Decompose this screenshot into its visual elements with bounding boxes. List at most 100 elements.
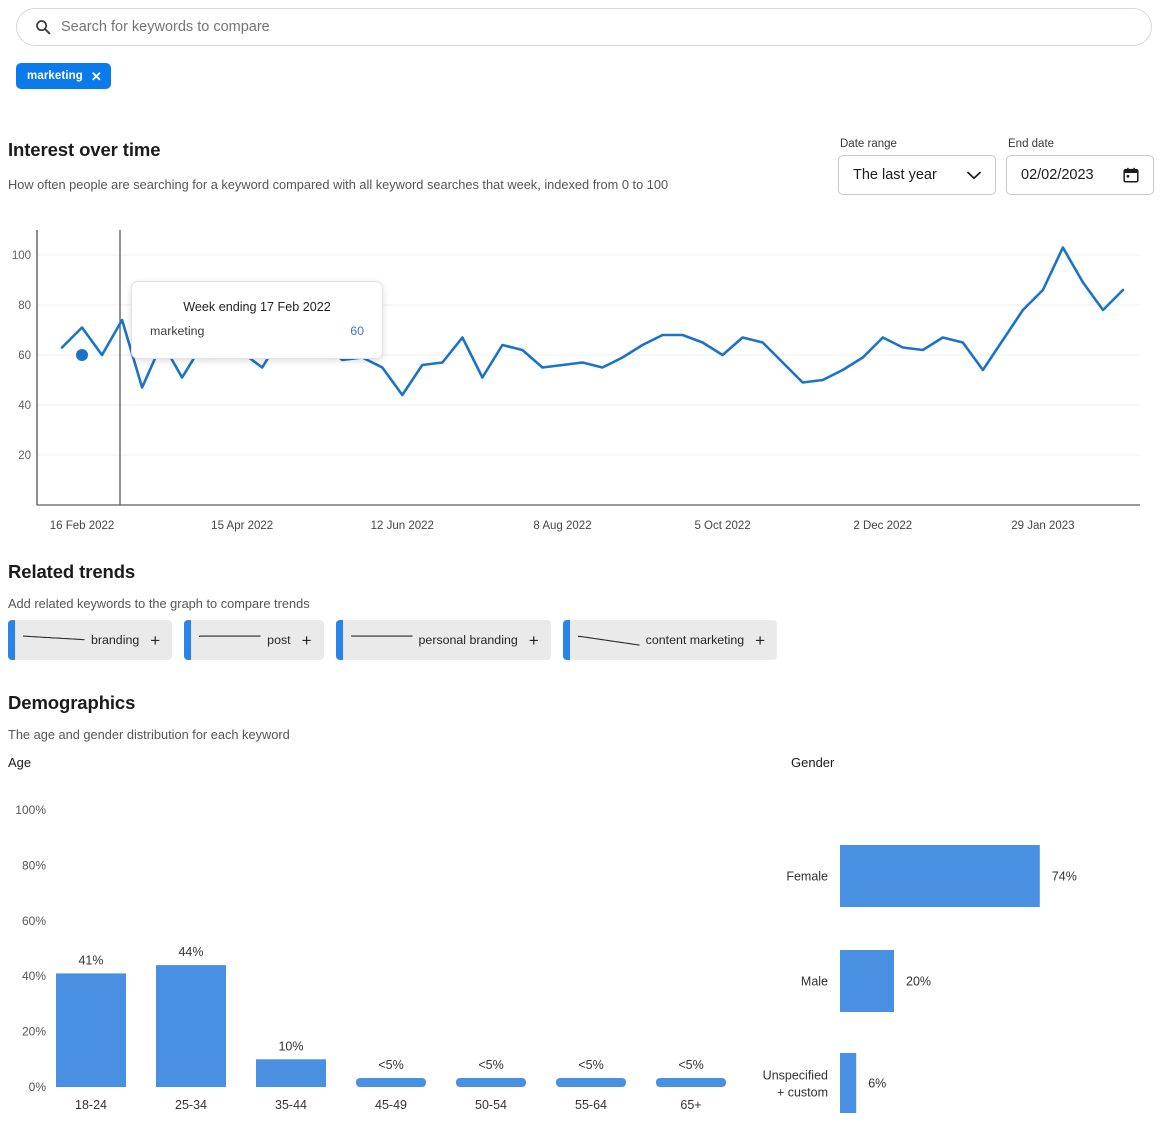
related-trend-label: post (267, 633, 291, 647)
svg-text:15 Apr 2022: 15 Apr 2022 (211, 520, 273, 532)
end-date-value: 02/02/2023 (1021, 167, 1094, 183)
plus-icon[interactable]: + (302, 632, 312, 649)
interest-over-time-title: Interest over time (8, 139, 161, 160)
search-input[interactable] (61, 19, 1133, 35)
related-trend-chip[interactable]: personal branding + (335, 620, 551, 660)
svg-text:20%: 20% (22, 1025, 46, 1039)
age-bar (156, 965, 226, 1087)
related-trends-subtitle: Add related keywords to the graph to com… (8, 596, 310, 611)
related-trend-accent-bar (335, 620, 343, 660)
search-bar[interactable] (16, 8, 1152, 46)
svg-text:8 Aug 2022: 8 Aug 2022 (533, 520, 591, 532)
svg-text:29 Jan 2023: 29 Jan 2023 (1011, 520, 1074, 532)
age-bar-value: 41% (78, 953, 103, 967)
related-trend-accent-bar (562, 620, 570, 660)
related-trends-title: Related trends (8, 561, 136, 582)
demographics-subtitle: The age and gender distribution for each… (8, 727, 290, 742)
svg-text:40%: 40% (22, 969, 46, 983)
gender-distribution-chart: 74% Female 20% Male 6% Unspecified + custom (763, 845, 1077, 1113)
age-bar (356, 1078, 426, 1087)
svg-text:100%: 100% (15, 803, 46, 817)
age-category-label: 55-64 (575, 1098, 607, 1112)
sparkline-icon (23, 635, 85, 641)
related-trend-label: personal branding (418, 633, 518, 647)
plus-icon[interactable]: + (529, 632, 539, 649)
interest-over-time-subtitle: How often people are searching for a key… (8, 177, 669, 192)
tooltip-series-row: marketing 60 (132, 314, 382, 338)
gender-bar-value: 20% (906, 975, 931, 989)
age-bar (656, 1078, 726, 1087)
gender-category-label: Unspecified (763, 1069, 828, 1083)
age-category-label: 18-24 (75, 1098, 107, 1112)
gender-category-label: + custom (777, 1086, 828, 1100)
keyword-chip-list: marketing ✕ (16, 63, 111, 89)
keyword-chip-marketing[interactable]: marketing ✕ (16, 63, 111, 89)
related-trend-chip[interactable]: content marketing + (562, 620, 778, 660)
age-bar (56, 973, 126, 1087)
interest-over-time-chart[interactable]: 100 80 60 40 20 16 Feb 2022 15 Apr 2022 12 Jun… (0, 222, 1168, 537)
gender-bar (840, 1053, 857, 1113)
gender-bar-value: 6% (868, 1077, 886, 1091)
age-bar-value: <5% (378, 1058, 403, 1072)
date-range-value: The last year (853, 167, 937, 183)
svg-text:16 Feb 2022: 16 Feb 2022 (50, 520, 115, 532)
age-category-label: 35-44 (275, 1098, 307, 1112)
keyword-chip-label: marketing (27, 70, 83, 82)
related-trend-accent-bar (8, 620, 15, 660)
related-trend-chip[interactable]: branding + (8, 620, 173, 660)
chevron-down-icon (967, 171, 981, 179)
gender-bar (840, 845, 1040, 907)
gender-bar (840, 950, 894, 1012)
related-trend-accent-bar (184, 620, 192, 660)
svg-text:2 Dec 2022: 2 Dec 2022 (853, 520, 912, 532)
age-bar-value: 10% (278, 1039, 303, 1053)
calendar-icon[interactable] (1123, 167, 1139, 183)
plus-icon[interactable]: + (150, 632, 160, 649)
svg-text:12 Jun 2022: 12 Jun 2022 (371, 520, 434, 532)
svg-text:100: 100 (12, 250, 31, 262)
highlighted-data-point[interactable] (76, 349, 88, 361)
end-date-label: End date (1008, 138, 1055, 150)
gender-bar-value: 74% (1052, 870, 1077, 884)
tooltip-title: Week ending 17 Feb 2022 (183, 300, 331, 314)
age-category-label: 25-34 (175, 1098, 207, 1112)
sparkline-icon (199, 635, 261, 637)
demographics-title: Demographics (8, 692, 136, 713)
end-date-control: End date 02/02/2023 (1006, 138, 1154, 195)
x-axis-tick-labels: 16 Feb 2022 15 Apr 2022 12 Jun 2022 8 Aug 2… (50, 520, 1075, 532)
date-range-control: Date range The last year (838, 138, 996, 195)
svg-text:60: 60 (18, 350, 31, 362)
related-trend-label: branding (91, 633, 140, 647)
svg-text:5 Oct 2022: 5 Oct 2022 (694, 520, 750, 532)
related-trend-chip[interactable]: post + (184, 620, 324, 660)
related-trend-label: content marketing (645, 633, 745, 647)
age-category-label: 65+ (680, 1098, 701, 1112)
age-bar (456, 1078, 526, 1087)
related-trends-list: branding + post + personal branding + content … (8, 620, 778, 660)
tooltip-series-name: marketing (150, 324, 205, 338)
age-bar-value: <5% (478, 1058, 503, 1072)
gender-category-label: Female (786, 870, 828, 884)
svg-text:20: 20 (18, 450, 31, 462)
trends-page: marketing ✕ Interest over time How often… (0, 0, 1168, 1130)
date-range-select[interactable]: The last year (838, 155, 996, 195)
date-controls: Date range The last year End date 02/02/… (838, 138, 1154, 195)
age-bar-value: <5% (578, 1058, 603, 1072)
age-distribution-chart: 100% 80% 60% 40% 20% 0% 41% 18-24 44% 25-34 10% 35-… (15, 803, 726, 1112)
sparkline-icon (350, 635, 413, 637)
age-bar-value: <5% (678, 1058, 703, 1072)
close-icon[interactable]: ✕ (91, 70, 102, 83)
age-bar-value: 44% (178, 945, 203, 959)
plus-icon[interactable]: + (755, 632, 765, 649)
gender-chart-title: Gender (791, 755, 835, 770)
svg-text:80%: 80% (22, 858, 46, 872)
age-bar (556, 1078, 626, 1087)
age-bar (256, 1059, 326, 1087)
gender-category-label: Male (801, 975, 828, 989)
svg-text:80: 80 (18, 300, 31, 312)
date-range-label: Date range (840, 138, 897, 150)
sparkline-icon (577, 635, 640, 646)
end-date-field[interactable]: 02/02/2023 (1006, 155, 1154, 195)
age-chart-title: Age (8, 755, 32, 770)
search-icon (36, 20, 51, 35)
